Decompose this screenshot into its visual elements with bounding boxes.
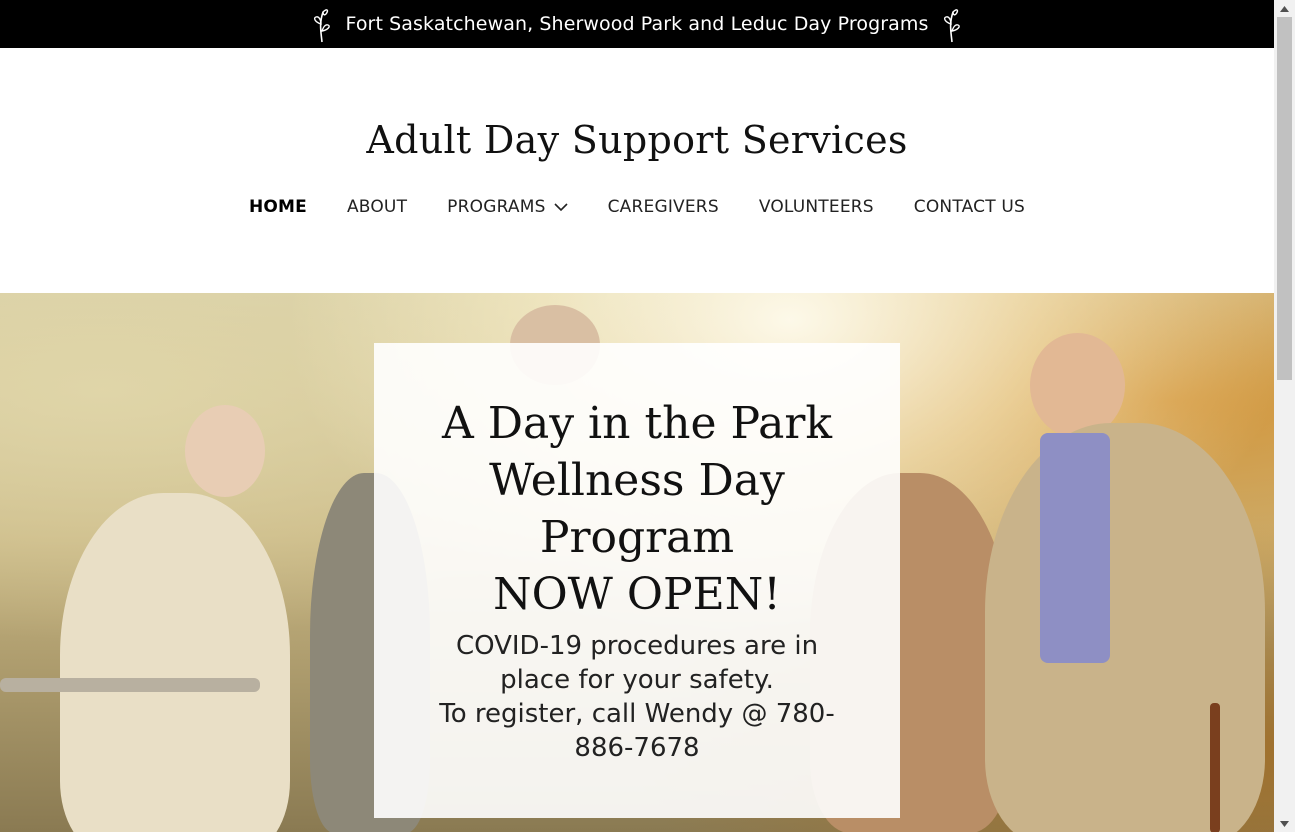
site-title[interactable]: Adult Day Support Services <box>0 118 1274 162</box>
nav-contact-us[interactable]: CONTACT US <box>914 197 1025 217</box>
hero-heading-line-2: Wellness Day <box>489 455 785 506</box>
page: Fort Saskatchewan, Sherwood Park and Led… <box>0 0 1274 832</box>
hero-body-line-4: 886-7678 <box>574 733 700 763</box>
hero-body-line-1: COVID-19 procedures are in <box>455 631 819 661</box>
announcement-bar: Fort Saskatchewan, Sherwood Park and Led… <box>0 0 1274 48</box>
announcement-text: Fort Saskatchewan, Sherwood Park and Led… <box>345 13 929 35</box>
woman-head <box>185 405 265 497</box>
chevron-down-icon <box>554 203 568 212</box>
nav-programs-label: PROGRAMS <box>447 197 546 217</box>
scroll-up-arrow-icon[interactable] <box>1274 0 1295 17</box>
cane <box>1210 703 1220 832</box>
nav-programs[interactable]: PROGRAMS <box>447 197 568 217</box>
nav-caregivers[interactable]: CAREGIVERS <box>608 197 719 217</box>
hero-heading: A Day in the Park Wellness Day Program N… <box>374 395 900 623</box>
sprig-left-icon <box>314 9 331 43</box>
man-right-figure <box>985 423 1265 832</box>
vertical-scrollbar[interactable] <box>1274 0 1295 832</box>
sprig-right-icon <box>943 9 960 43</box>
man-right-shirt <box>1040 433 1110 663</box>
hero-body-line-2: place for your safety. <box>500 665 774 695</box>
hero-body: COVID-19 procedures are in place for you… <box>374 629 900 765</box>
main-nav: HOME ABOUT PROGRAMS CAREGIVERS VOLUNTEER… <box>0 197 1274 217</box>
nav-about[interactable]: ABOUT <box>347 197 407 217</box>
walker-frame <box>0 678 260 692</box>
hero-heading-line-3: Program <box>539 512 735 563</box>
hero-heading-line-1: A Day in the Park <box>441 398 833 449</box>
nav-volunteers[interactable]: VOLUNTEERS <box>759 197 874 217</box>
scrollbar-thumb[interactable] <box>1277 17 1292 380</box>
hero-body-line-3: To register, call Wendy @ 780- <box>439 699 835 729</box>
scroll-down-arrow-icon[interactable] <box>1274 815 1295 832</box>
hero-heading-line-4: NOW OPEN! <box>493 569 781 620</box>
nav-home[interactable]: HOME <box>249 197 307 217</box>
hero-card: A Day in the Park Wellness Day Program N… <box>374 343 900 818</box>
woman-with-walker-figure <box>60 493 290 832</box>
